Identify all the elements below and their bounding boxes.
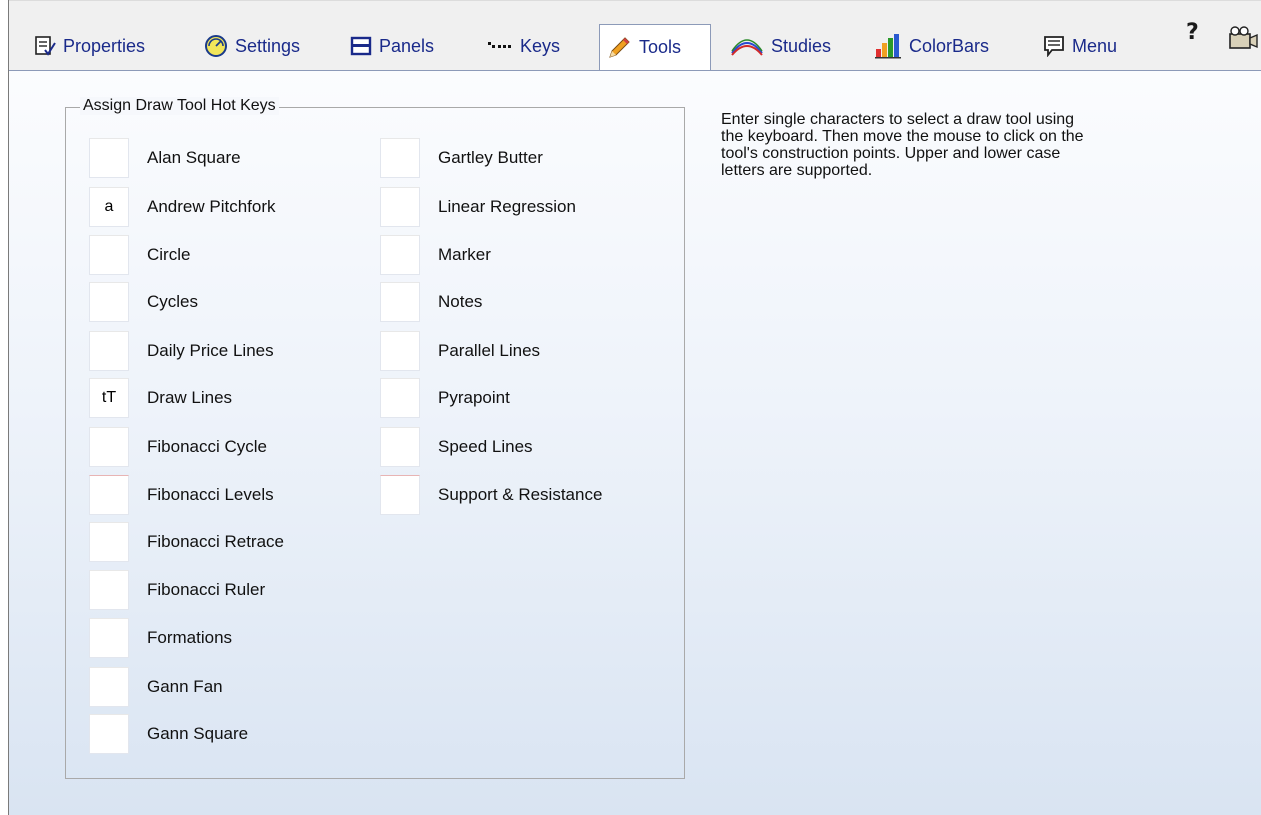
tool-label: Marker: [438, 245, 491, 264]
tab-strip-top-border: [9, 0, 1261, 1]
hotkey-input[interactable]: [89, 475, 129, 515]
list-item: Gartley Butter: [380, 138, 543, 178]
hotkey-input[interactable]: [89, 331, 129, 371]
tab-panels[interactable]: Panels: [350, 24, 434, 68]
tab-settings[interactable]: Settings: [204, 24, 300, 68]
help-line: the keyboard. Then move the mouse to cli…: [721, 128, 1084, 145]
tool-label: Speed Lines: [438, 437, 533, 456]
tab-label: Studies: [771, 35, 832, 56]
pencil-icon: [606, 35, 632, 61]
list-item: Daily Price Lines: [89, 331, 274, 371]
tab-label: Panels: [379, 35, 435, 56]
keys-icon: [487, 39, 513, 53]
list-item: Gann Fan: [89, 667, 223, 707]
hotkey-input[interactable]: [89, 138, 129, 178]
list-item: Marker: [380, 235, 491, 275]
tool-label: Andrew Pitchfork: [147, 197, 276, 216]
list-item: Formations: [89, 618, 232, 658]
list-item: Fibonacci Cycle: [89, 427, 267, 467]
hotkey-input[interactable]: [89, 427, 129, 467]
tool-label: Fibonacci Cycle: [147, 437, 267, 456]
hotkey-input[interactable]: [89, 618, 129, 658]
hotkey-input[interactable]: [89, 667, 129, 707]
hotkey-input[interactable]: [89, 570, 129, 610]
tool-label: Gartley Butter: [438, 148, 543, 167]
hotkey-input[interactable]: [380, 331, 420, 371]
help-button[interactable]: ?: [1186, 20, 1199, 45]
list-item: Speed Lines: [380, 427, 533, 467]
studies-icon: [730, 35, 764, 57]
tab-studies[interactable]: Studies: [730, 24, 831, 68]
list-item: Gann Square: [89, 714, 248, 754]
list-item: Cycles: [89, 282, 198, 322]
tool-label: Pyrapoint: [438, 388, 510, 407]
tool-label: Cycles: [147, 292, 199, 311]
hotkey-input[interactable]: [89, 235, 129, 275]
menu-icon: [1043, 35, 1065, 57]
list-item: Fibonacci Retrace: [89, 522, 284, 562]
tool-label: Gann Fan: [147, 677, 223, 696]
hotkey-input[interactable]: [89, 282, 129, 322]
tool-label: Fibonacci Ruler: [147, 580, 266, 599]
window-left-edge: [0, 0, 8, 815]
help-line: letters are supported.: [721, 162, 873, 179]
tool-label: Notes: [438, 292, 483, 311]
tab-label: Settings: [235, 35, 301, 56]
list-item: Parallel Lines: [380, 331, 540, 371]
properties-icon: [34, 35, 56, 57]
tab-label: ColorBars: [909, 35, 990, 56]
list-item: tT Draw Lines: [89, 378, 232, 418]
tool-label: Formations: [147, 628, 233, 647]
hotkey-input[interactable]: [89, 522, 129, 562]
hotkey-input[interactable]: tT: [89, 378, 129, 418]
tool-label: Fibonacci Retrace: [147, 532, 285, 551]
tool-label: Daily Price Lines: [147, 341, 274, 360]
tab-colorbars[interactable]: ColorBars: [874, 24, 989, 68]
list-item: Notes: [380, 282, 482, 322]
tab-keys[interactable]: Keys: [487, 24, 560, 68]
tool-label: Parallel Lines: [438, 341, 541, 360]
help-text: Enter single characters to select a draw…: [721, 111, 1241, 179]
list-item: Linear Regression: [380, 187, 576, 227]
hotkey-input[interactable]: [380, 187, 420, 227]
list-item: a Andrew Pitchfork: [89, 187, 276, 227]
hotkey-input[interactable]: [380, 138, 420, 178]
camera-icon[interactable]: [1226, 26, 1258, 55]
hotkey-input[interactable]: a: [89, 187, 129, 227]
tab-label: Properties: [63, 35, 146, 56]
tool-label: Fibonacci Levels: [147, 485, 274, 504]
list-item: Support & Resistance: [380, 475, 602, 515]
tool-label: Linear Regression: [438, 197, 576, 216]
tool-label: Draw Lines: [147, 388, 233, 407]
tab-label: Tools: [639, 37, 682, 57]
tab-label: Keys: [520, 35, 561, 56]
list-item: Fibonacci Ruler: [89, 570, 265, 610]
list-item: Fibonacci Levels: [89, 475, 274, 515]
panels-icon: [350, 35, 372, 57]
hotkey-input[interactable]: [89, 714, 129, 754]
tab-properties[interactable]: Properties: [34, 24, 145, 68]
list-item: Circle: [89, 235, 190, 275]
tools-panel: Assign Draw Tool Hot Keys Alan Square a …: [9, 70, 1261, 815]
tab-label: Menu: [1072, 35, 1118, 56]
tool-label: Gann Square: [147, 724, 249, 743]
tool-label: Support & Resistance: [438, 485, 603, 504]
help-line: tool's construction points. Upper and lo…: [721, 145, 1061, 162]
list-item: Pyrapoint: [380, 378, 510, 418]
list-item: Alan Square: [89, 138, 241, 178]
hotkey-input[interactable]: [380, 235, 420, 275]
hotkey-input[interactable]: [380, 378, 420, 418]
groupbox-title: Assign Draw Tool Hot Keys: [80, 97, 279, 115]
tool-label: Circle: [147, 245, 191, 264]
colorbars-icon: [874, 33, 902, 59]
settings-icon: [204, 34, 228, 58]
hotkey-input[interactable]: [380, 427, 420, 467]
tab-tools[interactable]: Tools: [599, 24, 711, 70]
tool-label: Alan Square: [147, 148, 241, 167]
help-line: Enter single characters to select a draw…: [721, 111, 1075, 128]
tab-menu[interactable]: Menu: [1043, 24, 1117, 68]
hotkey-input[interactable]: [380, 282, 420, 322]
hotkey-input[interactable]: [380, 475, 420, 515]
